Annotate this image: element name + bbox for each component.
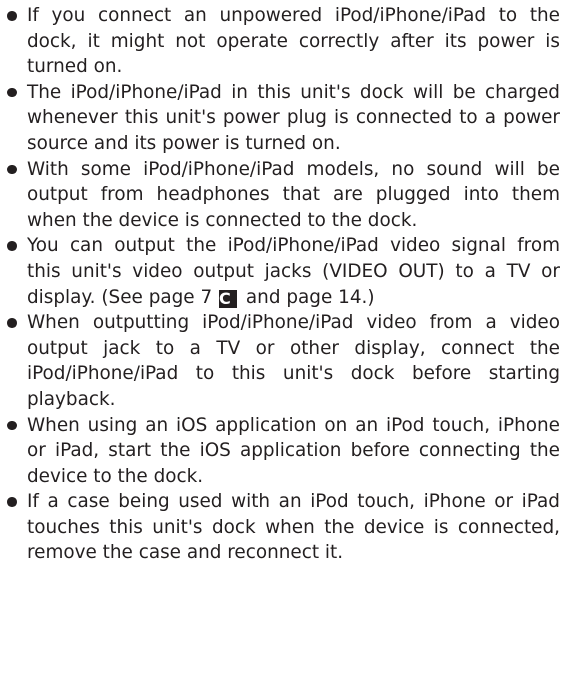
- note-item-video-output: You can output the iPod/iPhone/iPad vide…: [0, 233, 560, 310]
- note-text: When outputting iPod/iPhone/iPad video f…: [27, 312, 560, 410]
- note-item-video-playback: When outputting iPod/iPhone/iPad video f…: [0, 310, 560, 412]
- note-item-charging: The iPod/iPhone/iPad in this unit's dock…: [0, 80, 560, 157]
- note-text: When using an iOS application on an iPod…: [27, 414, 560, 487]
- bullet-dot-icon: [7, 318, 17, 328]
- note-text-after-badge: and page 14.): [245, 286, 375, 308]
- note-item-device-case: If a case being used with an iPod touch,…: [0, 489, 560, 566]
- note-text: If a case being used with an iPod touch,…: [27, 491, 560, 564]
- manual-page: If you connect an unpowered iPod/iPhone/…: [0, 0, 566, 699]
- note-text: The iPod/iPhone/iPad in this unit's dock…: [27, 81, 560, 154]
- note-item-unpowered-device: If you connect an unpowered iPod/iPhone/…: [0, 3, 560, 80]
- bullet-dot-icon: [7, 11, 17, 21]
- bullet-dot-icon: [7, 420, 17, 430]
- note-item-ios-application: When using an iOS application on an iPod…: [0, 413, 560, 490]
- bullet-dot-icon: [7, 164, 17, 175]
- bullet-dot-icon: [7, 497, 17, 507]
- note-item-headphones: With some iPod/iPhone/iPad models, no so…: [0, 157, 560, 234]
- note-text: With some iPod/iPhone/iPad models, no so…: [27, 158, 560, 231]
- page-reference-badge: C: [219, 289, 238, 308]
- notes-list: If you connect an unpowered iPod/iPhone/…: [0, 3, 560, 566]
- bullet-dot-icon: [7, 241, 17, 251]
- note-text: If you connect an unpowered iPod/iPhone/…: [27, 5, 560, 78]
- bullet-dot-icon: [7, 87, 17, 98]
